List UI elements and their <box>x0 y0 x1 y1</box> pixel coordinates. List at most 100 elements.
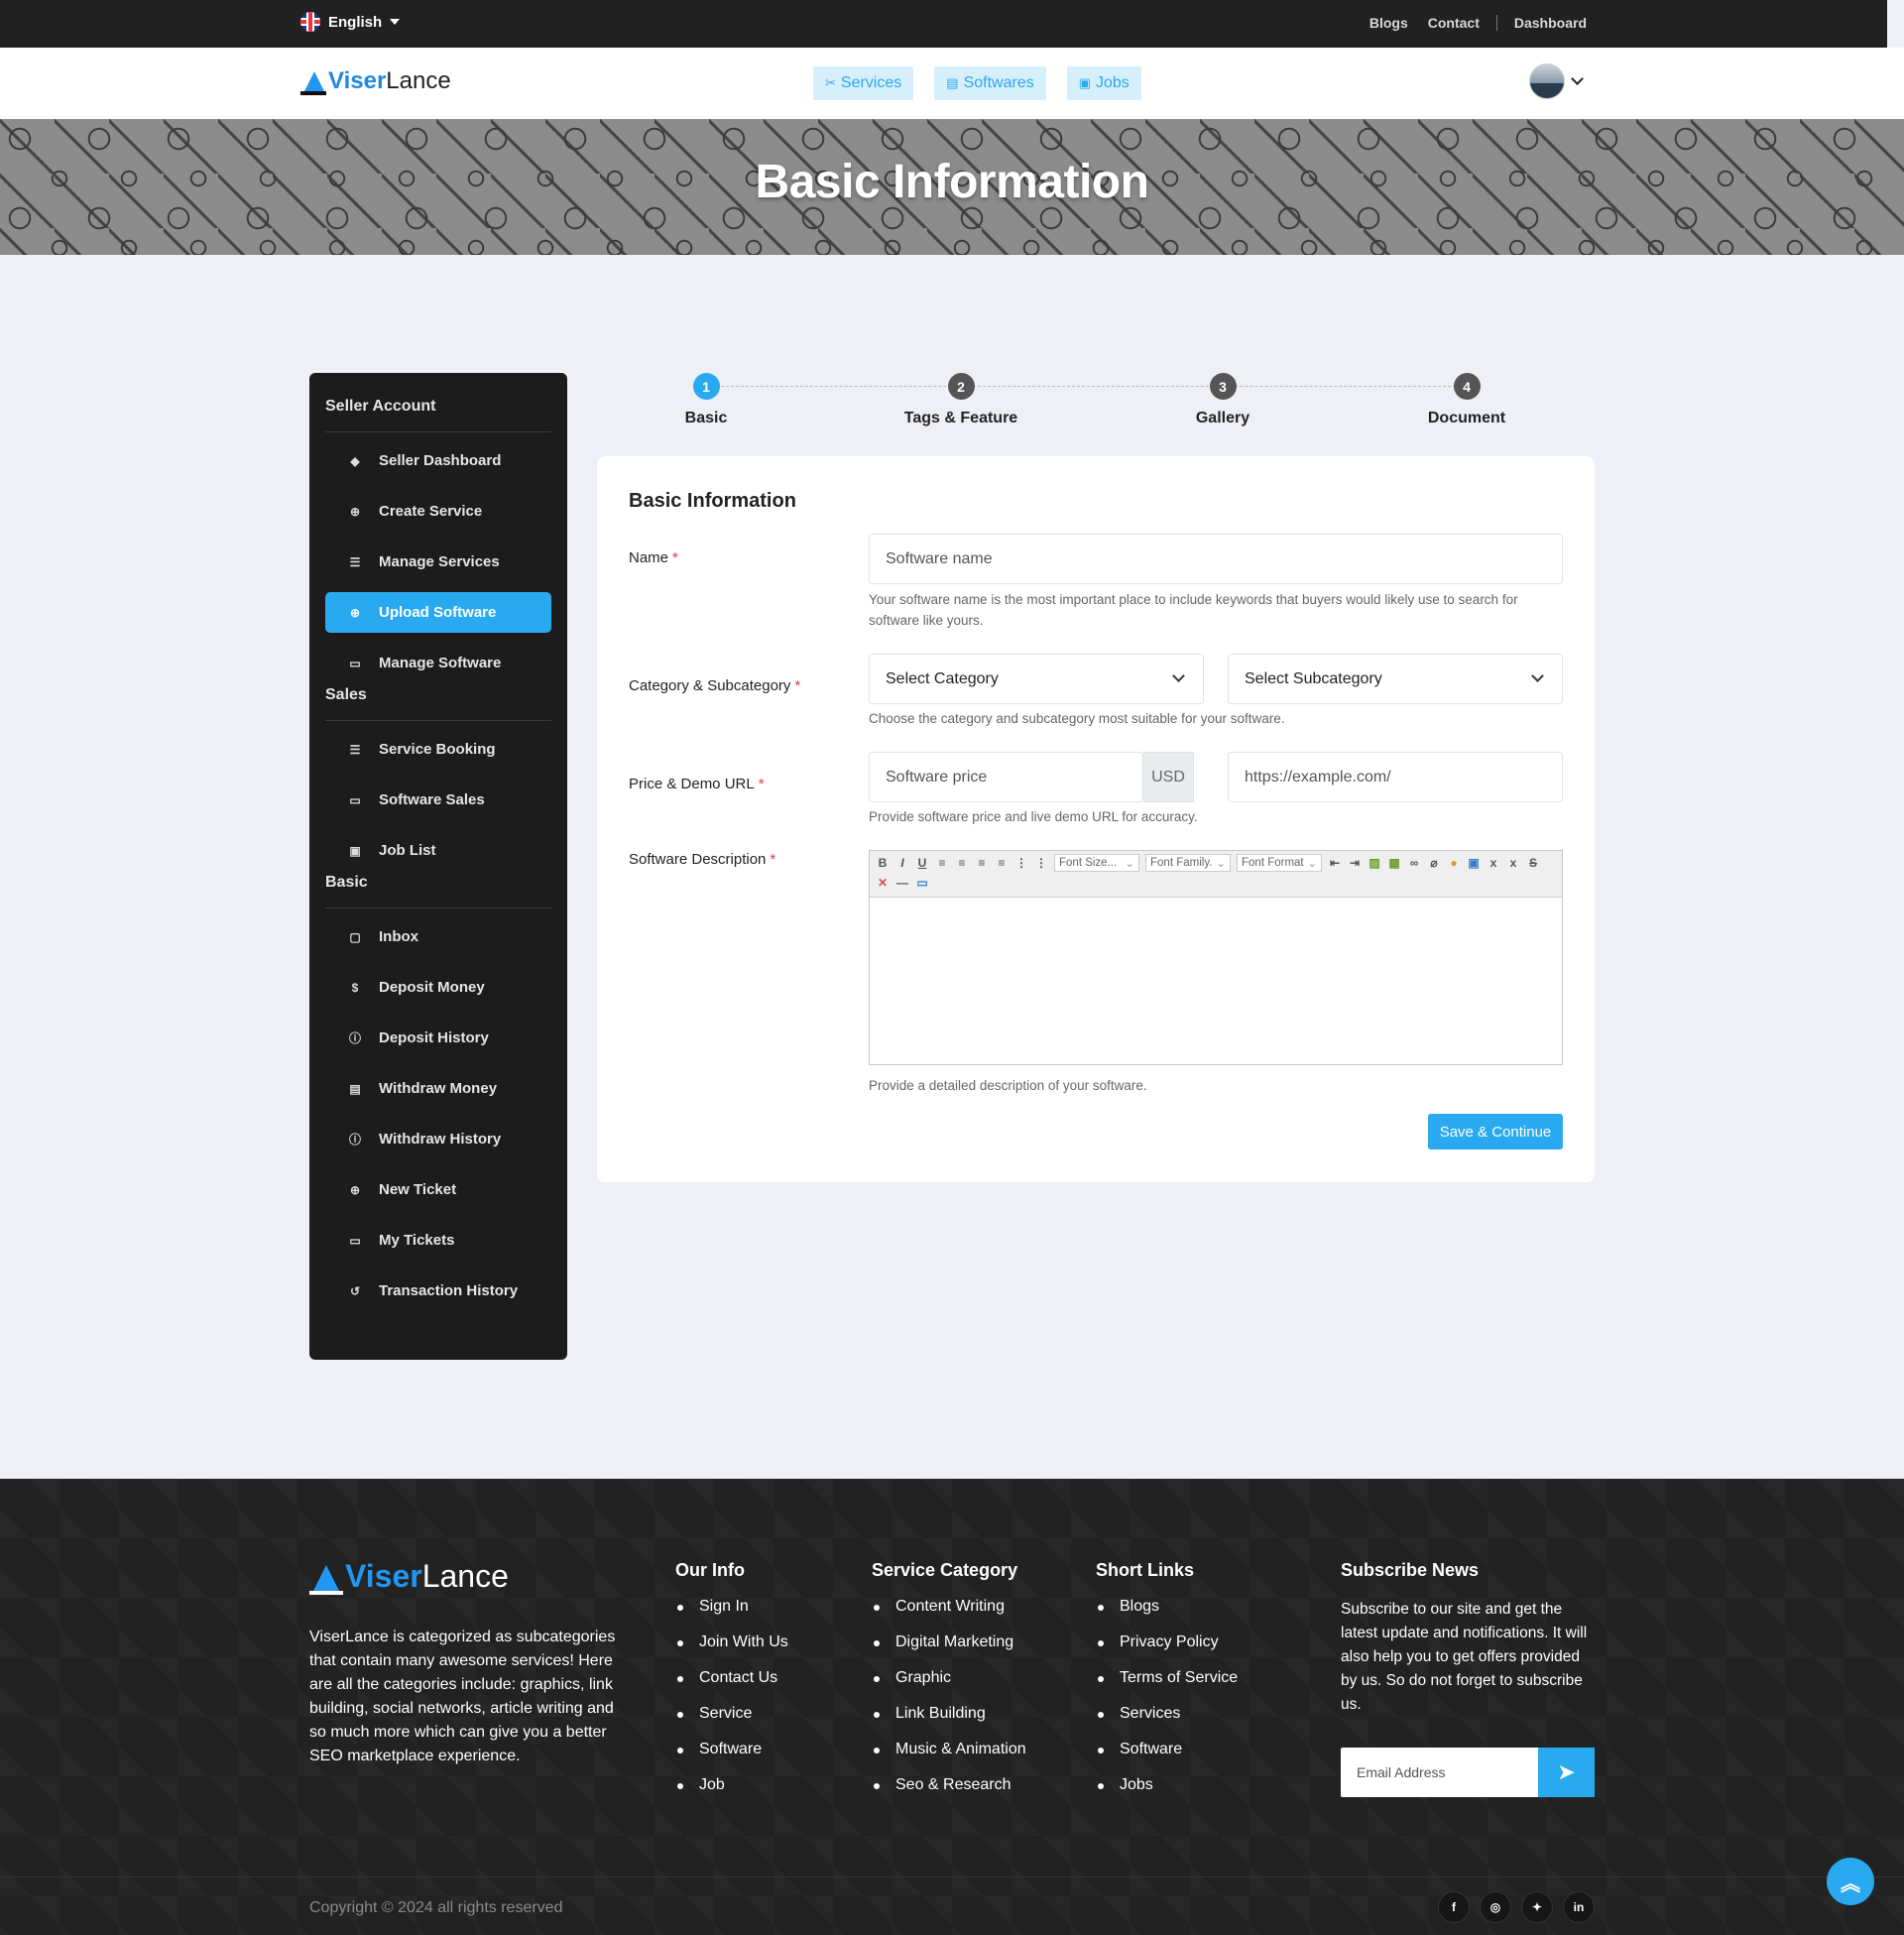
color-icon[interactable]: ● <box>1447 854 1461 872</box>
sidebar-item-create-service[interactable]: ⊕ Create Service <box>325 491 551 532</box>
twitter-icon[interactable]: ✦ <box>1521 1891 1553 1923</box>
html-icon[interactable]: ▣ <box>1467 854 1481 872</box>
footer-link[interactable]: Join With Us <box>675 1633 788 1669</box>
unlink-icon[interactable]: ⌀ <box>1427 854 1441 872</box>
footer-link[interactable]: Jobs <box>1096 1776 1238 1812</box>
sidebar-item-withdraw-money[interactable]: ▤ Withdraw Money <box>325 1068 551 1109</box>
ordered-list-icon[interactable]: ⋮ <box>1014 854 1028 872</box>
underline-icon[interactable]: U <box>915 854 929 872</box>
sidebar-item-my-tickets[interactable]: ▭ My Tickets <box>325 1220 551 1261</box>
outdent-icon[interactable]: ⇤ <box>1328 854 1342 872</box>
remove-format-icon[interactable]: ✕ <box>876 874 890 892</box>
link-icon[interactable]: ∞ <box>1407 854 1421 872</box>
demo-url-input[interactable]: https://example.com/ <box>1228 752 1563 802</box>
italic-icon[interactable]: I <box>895 854 909 872</box>
footer-link[interactable]: Privacy Policy <box>1096 1633 1238 1669</box>
sidebar-item-job-list[interactable]: ▣ Job List <box>325 830 551 871</box>
step-basic[interactable]: 1 Basic <box>607 373 805 427</box>
double-chevron-up-icon: ︽ <box>1841 1873 1860 1895</box>
site-logo[interactable]: Viser Lance <box>300 67 451 95</box>
footer-link[interactable]: Services <box>1096 1705 1238 1741</box>
sidebar-item-transaction-history[interactable]: ↺ Transaction History <box>325 1270 551 1311</box>
footer-link[interactable]: Software <box>1096 1741 1238 1776</box>
software-price-input[interactable]: Software price <box>869 752 1143 802</box>
page-title: Basic Information <box>755 156 1149 208</box>
sidebar-item-deposit-history[interactable]: ⓘ Deposit History <box>325 1018 551 1058</box>
footer-link[interactable]: Job <box>675 1776 788 1812</box>
editor-body[interactable] <box>870 898 1562 1064</box>
align-right-icon[interactable]: ≡ <box>975 854 989 872</box>
footer-link[interactable]: Digital Marketing <box>872 1633 1026 1669</box>
strikethrough-icon[interactable]: S <box>1526 854 1540 872</box>
footer-link[interactable]: Content Writing <box>872 1598 1026 1633</box>
logo-text-viser: Viser <box>345 1558 422 1594</box>
footer-link[interactable]: Sign In <box>675 1598 788 1633</box>
footer-link[interactable]: Seo & Research <box>872 1776 1026 1812</box>
step-tags-feature[interactable]: 2 Tags & Feature <box>862 373 1060 427</box>
footer-link[interactable]: Service <box>675 1705 788 1741</box>
nav-services-button[interactable]: ✂ Services <box>813 66 914 100</box>
unordered-list-icon[interactable]: ⋮ <box>1034 854 1048 872</box>
sidebar-item-inbox[interactable]: ▢ Inbox <box>325 916 551 957</box>
facebook-icon[interactable]: f <box>1438 1891 1470 1923</box>
align-left-icon[interactable]: ≡ <box>935 854 949 872</box>
sidebar-item-new-ticket[interactable]: ⊕ New Ticket <box>325 1169 551 1210</box>
send-button[interactable]: ➤ <box>1538 1748 1595 1797</box>
sidebar-item-service-booking[interactable]: ☰ Service Booking <box>325 729 551 770</box>
bold-icon[interactable]: B <box>876 854 890 872</box>
sidebar-item-deposit-money[interactable]: $ Deposit Money <box>325 967 551 1008</box>
subscript-icon[interactable]: x <box>1487 854 1500 872</box>
description-label: Software Description * <box>629 851 775 868</box>
font-format-dropdown[interactable]: Font Format <box>1237 854 1322 872</box>
category-select[interactable]: Select Category <box>869 654 1204 704</box>
footer-link[interactable]: Contact Us <box>675 1669 788 1705</box>
font-family-dropdown[interactable]: Font Family. <box>1145 854 1231 872</box>
plus-circle-icon: ⊕ <box>349 605 361 620</box>
sidebar-item-upload-software[interactable]: ⊕ Upload Software <box>325 592 551 633</box>
footer-logo[interactable]: Viser Lance <box>309 1558 509 1595</box>
horizontal-rule-icon[interactable]: ― <box>895 874 909 892</box>
justify-icon[interactable]: ≡ <box>995 854 1009 872</box>
linkedin-icon[interactable]: in <box>1563 1891 1595 1923</box>
contact-link[interactable]: Contact <box>1428 15 1480 31</box>
instagram-icon[interactable]: ◎ <box>1480 1891 1511 1923</box>
sidebar-item-seller-dashboard[interactable]: ◆ Seller Dashboard <box>325 440 551 481</box>
name-label: Name * <box>629 549 678 566</box>
step-gallery[interactable]: 3 Gallery <box>1124 373 1322 427</box>
image-icon[interactable]: ▨ <box>1368 854 1381 872</box>
save-continue-button[interactable]: Save & Continue <box>1428 1114 1563 1149</box>
keyboard-icon[interactable]: ▭ <box>915 874 929 892</box>
align-center-icon[interactable]: ≡ <box>955 854 969 872</box>
sidebar-item-manage-services[interactable]: ☰ Manage Services <box>325 542 551 582</box>
footer-link[interactable]: Link Building <box>872 1705 1026 1741</box>
nav-softwares-button[interactable]: ▤ Softwares <box>934 66 1046 100</box>
logo-mark-icon <box>309 1561 343 1595</box>
nav-jobs-button[interactable]: ▣ Jobs <box>1066 66 1141 100</box>
language-selector[interactable]: English <box>300 12 401 32</box>
step-document[interactable]: 4 Document <box>1368 373 1566 427</box>
email-field[interactable]: Email Address <box>1341 1748 1538 1797</box>
blogs-link[interactable]: Blogs <box>1369 15 1408 31</box>
font-size-dropdown[interactable]: Font Size... <box>1054 854 1139 872</box>
footer-link[interactable]: Software <box>675 1741 788 1776</box>
sidebar-item-software-sales[interactable]: ▭ Software Sales <box>325 780 551 820</box>
subcategory-select-value: Select Subcategory <box>1245 669 1382 687</box>
superscript-icon[interactable]: x <box>1506 854 1520 872</box>
language-label: English <box>328 13 383 31</box>
subcategory-select[interactable]: Select Subcategory <box>1228 654 1563 704</box>
dashboard-link[interactable]: Dashboard <box>1514 15 1587 31</box>
font-family-dropdown-label: Font Family. <box>1150 857 1213 869</box>
scroll-to-top-button[interactable]: ︽ <box>1827 1858 1874 1905</box>
software-name-input[interactable]: Software name <box>869 534 1563 584</box>
sidebar-item-withdraw-history[interactable]: ⓘ Withdraw History <box>325 1119 551 1159</box>
table-icon[interactable]: ▦ <box>1387 854 1401 872</box>
sidebar-item-manage-software[interactable]: ▭ Manage Software <box>325 643 551 683</box>
indent-icon[interactable]: ⇥ <box>1348 854 1362 872</box>
footer-link[interactable]: Terms of Service <box>1096 1669 1238 1705</box>
footer-link[interactable]: Music & Animation <box>872 1741 1026 1776</box>
email-placeholder: Email Address <box>1357 1764 1446 1780</box>
footer-link[interactable]: Graphic <box>872 1669 1026 1705</box>
user-menu[interactable] <box>1529 63 1584 99</box>
footer-link[interactable]: Blogs <box>1096 1598 1238 1633</box>
step-label: Tags & Feature <box>903 410 1018 426</box>
